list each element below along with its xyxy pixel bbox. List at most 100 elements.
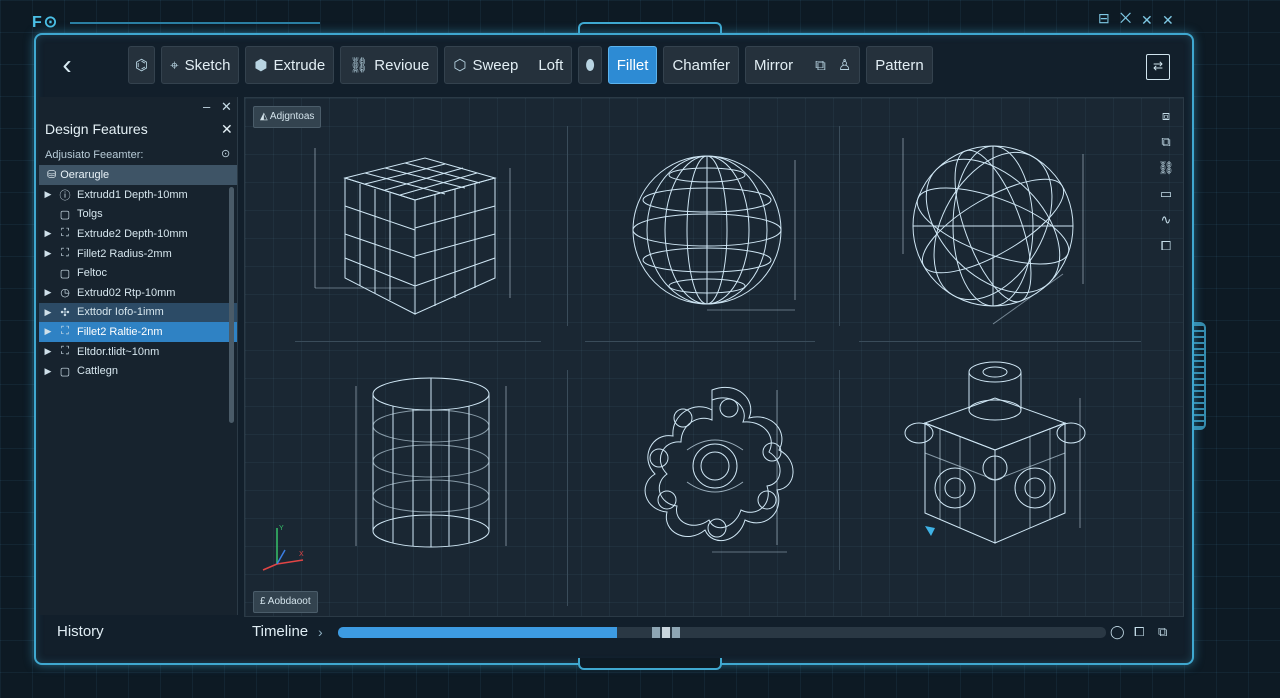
housing-wireframe-model[interactable] (895, 358, 1095, 558)
window-icon[interactable]: ⧠ (1134, 624, 1144, 640)
caret-right-icon[interactable]: ▶ (39, 248, 57, 259)
tree-item-label: Extrudd1 Depth-10mm (77, 188, 188, 201)
about-label: Aobdaoot (267, 596, 311, 607)
view-home-icon[interactable]: ⧈ (1156, 108, 1176, 134)
tree-item[interactable]: ▶ ✣ Exttodr Iofo-1imm (39, 302, 237, 323)
edit-icon[interactable]: ⧉ (1156, 134, 1176, 160)
close-icon[interactable]: ✕ (1162, 12, 1174, 29)
view-divider (859, 341, 1141, 342)
timeline-label: Timeline (252, 623, 309, 640)
caret-right-icon[interactable]: ▶ (39, 366, 57, 377)
x-axis-label: X (299, 551, 304, 558)
mirror-label: Mirror (753, 56, 794, 74)
caret-right-icon[interactable]: ▶ (39, 189, 57, 200)
caret-right-icon[interactable]: ▶ (39, 287, 57, 298)
display-icon[interactable]: ▭ (1156, 186, 1176, 212)
sweep-button[interactable]: ⬡ Sweep Loft (444, 46, 573, 84)
sketch-nodes-tool-button[interactable]: ⌬ (128, 46, 156, 84)
tree-item-label: Cattlegn (77, 365, 118, 378)
sketch-label: Sketch (184, 56, 231, 74)
panel-minimize-icon[interactable]: – (203, 99, 210, 114)
feature-icon: ⛶ (61, 247, 69, 260)
pattern-label: Pattern (875, 56, 924, 74)
tree-item[interactable]: ▶ ⛶ Extrude2 Depth-10mm (39, 224, 237, 244)
measure-icon[interactable]: ∿ (1156, 212, 1176, 238)
tree-item[interactable]: ▶ ◷ Extrud02 Rtp-10mm (39, 283, 237, 303)
panel-title-close-icon[interactable]: ✕ (221, 121, 233, 138)
feature-icon: ▢ (59, 365, 71, 378)
timeline-progress (338, 627, 617, 638)
view-divider (295, 341, 541, 342)
sketch-button[interactable]: ⌖ Sketch (161, 46, 240, 84)
tree-item-label: Eltdor.tlidt~10nm (77, 345, 160, 358)
sphere-wireframe-model[interactable] (625, 150, 805, 320)
record-icon[interactable]: ◯ (1110, 624, 1125, 640)
fillet-button[interactable]: Fillet (607, 46, 658, 84)
about-button[interactable]: £ Aobdaoot (253, 591, 318, 613)
pattern-button[interactable]: Pattern (866, 46, 933, 84)
chevron-right-icon[interactable]: › (318, 624, 323, 640)
selection-marker (925, 526, 935, 536)
mirror-button[interactable]: Mirror ⧉ ♙ (744, 46, 861, 84)
link-icon[interactable]: ⛓ (1156, 160, 1176, 186)
cylinder-wireframe-model[interactable] (331, 366, 521, 566)
timeline-marker[interactable] (662, 627, 670, 638)
loft-label[interactable]: Loft (538, 57, 563, 74)
tree-item-label: Exttodr Iofo-1imm (77, 306, 164, 319)
gear-wireframe-model[interactable] (617, 370, 807, 560)
feature-icon: ⛶ (61, 227, 69, 240)
revolve-label: Revioue (374, 56, 430, 74)
user-icon[interactable]: ♙ (838, 56, 851, 74)
back-button[interactable]: ‹ (52, 48, 82, 82)
feature-tree: ▶ ⓘ Extrudd1 Depth-10mm ▢ Tolgs ▶ ⛶ Extrude2 … (39, 185, 237, 381)
caret-right-icon[interactable]: ▶ (39, 346, 57, 357)
tree-item[interactable]: ▶ ⓘ Extrudd1 Depth-10mm (39, 185, 237, 205)
tree-item[interactable]: ▶ ⛶ Fillet2 Radius-2mm (39, 244, 237, 264)
panel-close-icon[interactable]: ✕ (221, 99, 232, 115)
layers-icon[interactable]: ⧉ (1158, 624, 1167, 640)
geodesic-sphere-model[interactable] (893, 134, 1093, 334)
restore-icon[interactable]: ⊟ (1098, 10, 1110, 27)
timeline-track[interactable] (338, 627, 1106, 638)
timeline-marker[interactable] (652, 627, 660, 638)
feature-icon: ✣ (60, 306, 70, 319)
folder-icon: ⛁ (47, 169, 57, 181)
history-label[interactable]: History (57, 623, 104, 640)
caret-right-icon[interactable]: ▶ (39, 307, 57, 318)
tree-root[interactable]: ⛁ Oerarugle (39, 165, 237, 185)
caret-right-icon[interactable]: ▶ (39, 326, 57, 337)
extrude-button[interactable]: ⬢ Extrude (245, 46, 335, 84)
model-viewport[interactable]: ◭ Adjgntoas £ Aobdaoot Y X (244, 97, 1184, 617)
view-divider (567, 370, 568, 606)
tree-item[interactable]: ▶ ▢ Cattlegn (39, 361, 237, 381)
export-icon[interactable]: ⇄ (1146, 54, 1170, 80)
settings-icon[interactable]: ⊙ (221, 147, 230, 160)
frame-top-line (70, 22, 320, 24)
extrude-label: Extrude (273, 56, 326, 74)
panel-subtitle: Adjusiato Feeamter: (45, 149, 144, 161)
minimize-icon[interactable]: ⨉ (1120, 10, 1131, 27)
close-window-icon[interactable]: ✕ (1141, 12, 1153, 29)
feature-icon: ⓘ (59, 189, 71, 202)
mirror-icon[interactable]: ⧉ (815, 57, 826, 74)
feature-icon: ▢ (59, 267, 71, 280)
feature-icon: ⛶ (61, 345, 69, 358)
chamfer-button[interactable]: Chamfer (663, 46, 739, 84)
tree-item-label: Fillet2 Radius-2mm (77, 247, 172, 260)
tree-item-label: Feltoc (77, 267, 107, 280)
panel-scrollbar[interactable] (229, 187, 234, 423)
caret-right-icon[interactable]: ▶ (39, 228, 57, 239)
tree-item[interactable]: ▶ ⛶ Eltdor.tlidt~10nm (39, 342, 237, 362)
cube-wireframe-model[interactable] (305, 138, 525, 328)
revolve-button[interactable]: ⛓ Revioue (340, 46, 439, 84)
loft-tool-button[interactable]: ⬮ (578, 46, 602, 84)
copy-icon[interactable]: ⧠ (1156, 238, 1176, 264)
feature-toolbar: ⌬ ⌖ Sketch ⬢ Extrude ⛓ Revioue ⬡ Sweep Loft ⬮… (128, 46, 933, 84)
tree-item[interactable]: ▢ Tolgs (39, 205, 237, 225)
tree-item-selected[interactable]: ▶ ⛶ Fillet2 Raltie-2nm (39, 322, 237, 342)
adjustments-button[interactable]: ◭ Adjgntoas (253, 106, 322, 128)
timeline-marker[interactable] (672, 627, 680, 638)
tree-item[interactable]: ▢ Feltoc (39, 263, 237, 283)
tree-item-label: Fillet2 Raltie-2nm (77, 325, 163, 338)
about-icon: £ (260, 596, 268, 607)
